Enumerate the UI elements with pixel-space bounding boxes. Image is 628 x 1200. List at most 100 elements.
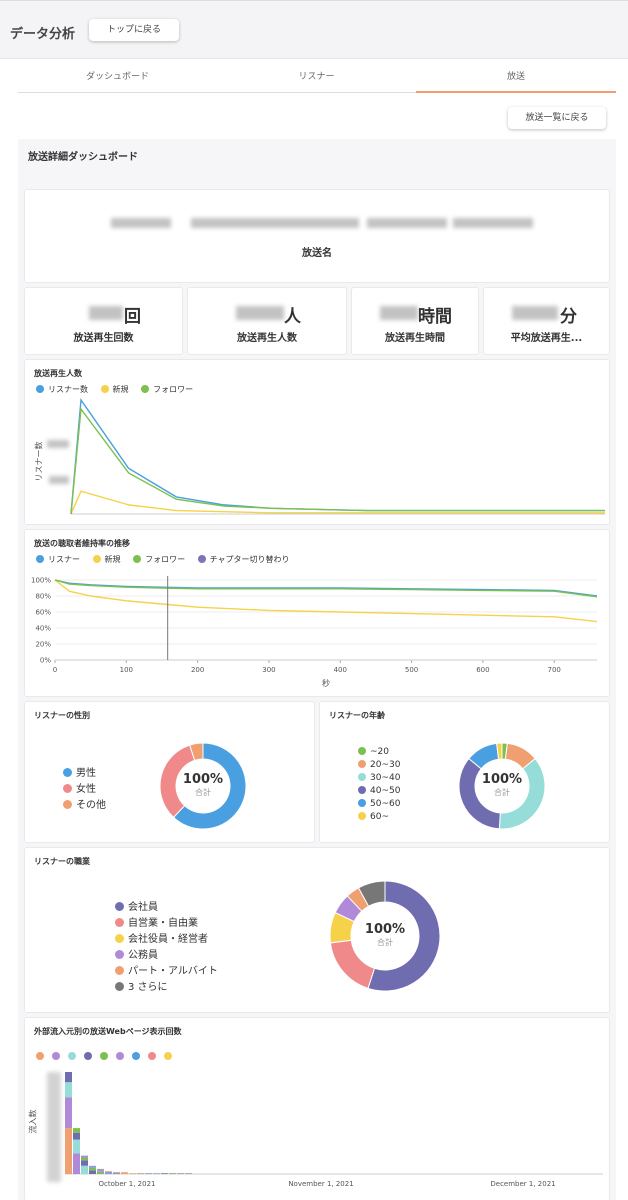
legend-label: 3 さらに: [128, 982, 168, 993]
chart-title: リスナーの年齢: [329, 711, 385, 720]
legend-dot: [358, 773, 366, 781]
bar-segment: [89, 1170, 96, 1174]
bar-segment: [89, 1165, 96, 1167]
donut-center-label: 合計: [195, 788, 211, 797]
external-bar-chart: October 1, 2021 November 1, 2021 December …: [65, 1072, 603, 1188]
legend-item[interactable]: パート・アルバイト: [115, 962, 218, 978]
bar-segment: [81, 1157, 88, 1161]
x-tick-label: October 1, 2021: [99, 1180, 156, 1188]
donut-center: 100% 合計: [357, 922, 413, 948]
legend-dot: [358, 799, 366, 807]
legend-item[interactable]: 30~40: [358, 773, 400, 786]
retention-xlabel: 秒: [322, 679, 330, 688]
y-tick-label: 60%: [35, 609, 51, 617]
kpi-suffix: 回: [124, 307, 141, 327]
y-tick-label: 80%: [35, 593, 51, 601]
legend-item[interactable]: 60~: [358, 812, 400, 825]
legend-item[interactable]: ~20: [358, 747, 400, 760]
legend-label: 60~: [370, 812, 389, 822]
legend-item[interactable]: 50~60: [358, 799, 400, 812]
y-tick-label: 20%: [35, 641, 51, 649]
legend-dot: [358, 812, 366, 820]
kpi-label: 放送再生回数: [73, 333, 134, 344]
y-tick-label: 0%: [40, 657, 51, 665]
legend-item[interactable]: 男性: [63, 764, 106, 780]
redacted-name-3: [367, 218, 447, 228]
legend-label: 自営業・自由業: [128, 918, 198, 929]
donut-center-value: 100%: [364, 922, 406, 937]
chart-title: リスナーの職業: [34, 857, 90, 866]
redacted-value: [89, 306, 123, 320]
bar-segment: [73, 1132, 80, 1140]
legend-item[interactable]: 自営業・自由業: [115, 914, 218, 930]
legend-item[interactable]: 公務員: [115, 946, 218, 962]
y-tick-label: 100%: [31, 577, 51, 585]
y-tick-label: 40%: [35, 625, 51, 633]
tab-listener[interactable]: リスナー: [217, 67, 416, 93]
tab-dashboard[interactable]: ダッシュボード: [18, 67, 217, 93]
kpi-label: 放送再生時間: [385, 333, 445, 344]
bar-segment: [73, 1139, 80, 1154]
donut-center-value: 100%: [481, 772, 523, 787]
retention-line-chart: 0% 20% 40% 60% 80% 100% 0 100 200 300 400 500 600 700: [31, 576, 598, 674]
bar-segment: [113, 1173, 120, 1174]
legend-label: 会社員: [128, 902, 158, 913]
x-tick-label: 500: [405, 666, 418, 674]
legend-item[interactable]: 会社役員・経営者: [115, 930, 218, 946]
retention-chart-card: 放送の聴取者維持率の推移 リスナー 新規 フォロワー チャプター切り替わり 0%…: [24, 529, 610, 697]
bar-segment: [65, 1072, 72, 1083]
kpi-average-play: 分 平均放送再生...: [483, 287, 610, 355]
age-card: リスナーの年齢 ~20 20~30 30~40 40~50 50~60 60~ …: [319, 701, 610, 843]
series-line: [70, 407, 605, 515]
bar-segment: [73, 1153, 80, 1174]
series-line: [54, 579, 598, 598]
kpi-unique-listeners: 人 放送再生人数: [187, 287, 347, 355]
occupation-card: リスナーの職業 会社員 自営業・自由業 会社役員・経営者 公務員 パート・アルバ…: [24, 847, 610, 1013]
back-to-top-button[interactable]: トップに戻る: [89, 19, 179, 41]
legend-label: 会社役員・経営者: [128, 934, 208, 945]
bar-segment: [89, 1166, 96, 1168]
legend-label: 20~30: [370, 760, 401, 770]
main-panel: ダッシュボード リスナー 放送 放送一覧に戻る 放送詳細ダッシュボード 放送名 …: [0, 58, 628, 1200]
top-bar: データ分析 トップに戻る: [0, 0, 628, 58]
plays-line-chart: [70, 398, 605, 515]
donut-center: 100% 合計: [178, 772, 228, 798]
legend-item[interactable]: 20~30: [358, 760, 400, 773]
chart-title: リスナーの性別: [34, 711, 90, 720]
legend-item[interactable]: 40~50: [358, 786, 400, 799]
bar-segment: [97, 1169, 104, 1171]
legend-item[interactable]: 会社員: [115, 898, 218, 914]
external-referral-card: 外部流入元別の放送Webページ表示回数 流入数 October 1, 2021 N…: [24, 1017, 610, 1200]
legend-label: 50~60: [370, 799, 401, 809]
legend-dot: [358, 760, 366, 768]
tab-broadcast[interactable]: 放送: [416, 67, 616, 93]
bar-segment: [89, 1167, 96, 1171]
page-title: データ分析: [10, 27, 76, 42]
bar-segment: [65, 1097, 72, 1129]
legend-dot: [115, 982, 124, 991]
legend-dot: [115, 918, 124, 927]
donut-center-value: 100%: [182, 772, 224, 787]
legend-dot: [63, 784, 72, 793]
kpi-play-count: 回 放送再生回数: [24, 287, 183, 355]
redacted-name-4: [453, 218, 533, 228]
back-to-broadcast-list-button[interactable]: 放送一覧に戻る: [508, 107, 606, 129]
legend-item[interactable]: その他: [63, 796, 106, 812]
broadcast-name-card: 放送名: [24, 189, 610, 283]
x-tick-label: 700: [548, 666, 561, 674]
bar-segment: [121, 1172, 128, 1174]
donut-center-label: 合計: [377, 938, 393, 947]
legend-label: 男性: [76, 768, 96, 779]
x-tick-label: 600: [476, 666, 489, 674]
bar-segment: [97, 1170, 104, 1172]
kpi-suffix: 人: [284, 307, 301, 327]
bar-segment: [105, 1172, 112, 1174]
legend-item[interactable]: 女性: [63, 780, 106, 796]
legend-label: パート・アルバイト: [128, 966, 218, 977]
plays-chart-card: 放送再生人数 リスナー数 新規 フォロワー リスナー数: [24, 359, 610, 525]
legend-dot: [115, 966, 124, 975]
broadcast-name-label: 放送名: [302, 248, 332, 259]
broadcast-detail-dashboard: 放送詳細ダッシュボード 放送名 回 放送再生回数 人 放送再生人数 時間 放送再…: [18, 139, 616, 1200]
gender-legend: 男性 女性 その他: [63, 764, 106, 812]
legend-item[interactable]: 3 さらに: [115, 978, 218, 994]
